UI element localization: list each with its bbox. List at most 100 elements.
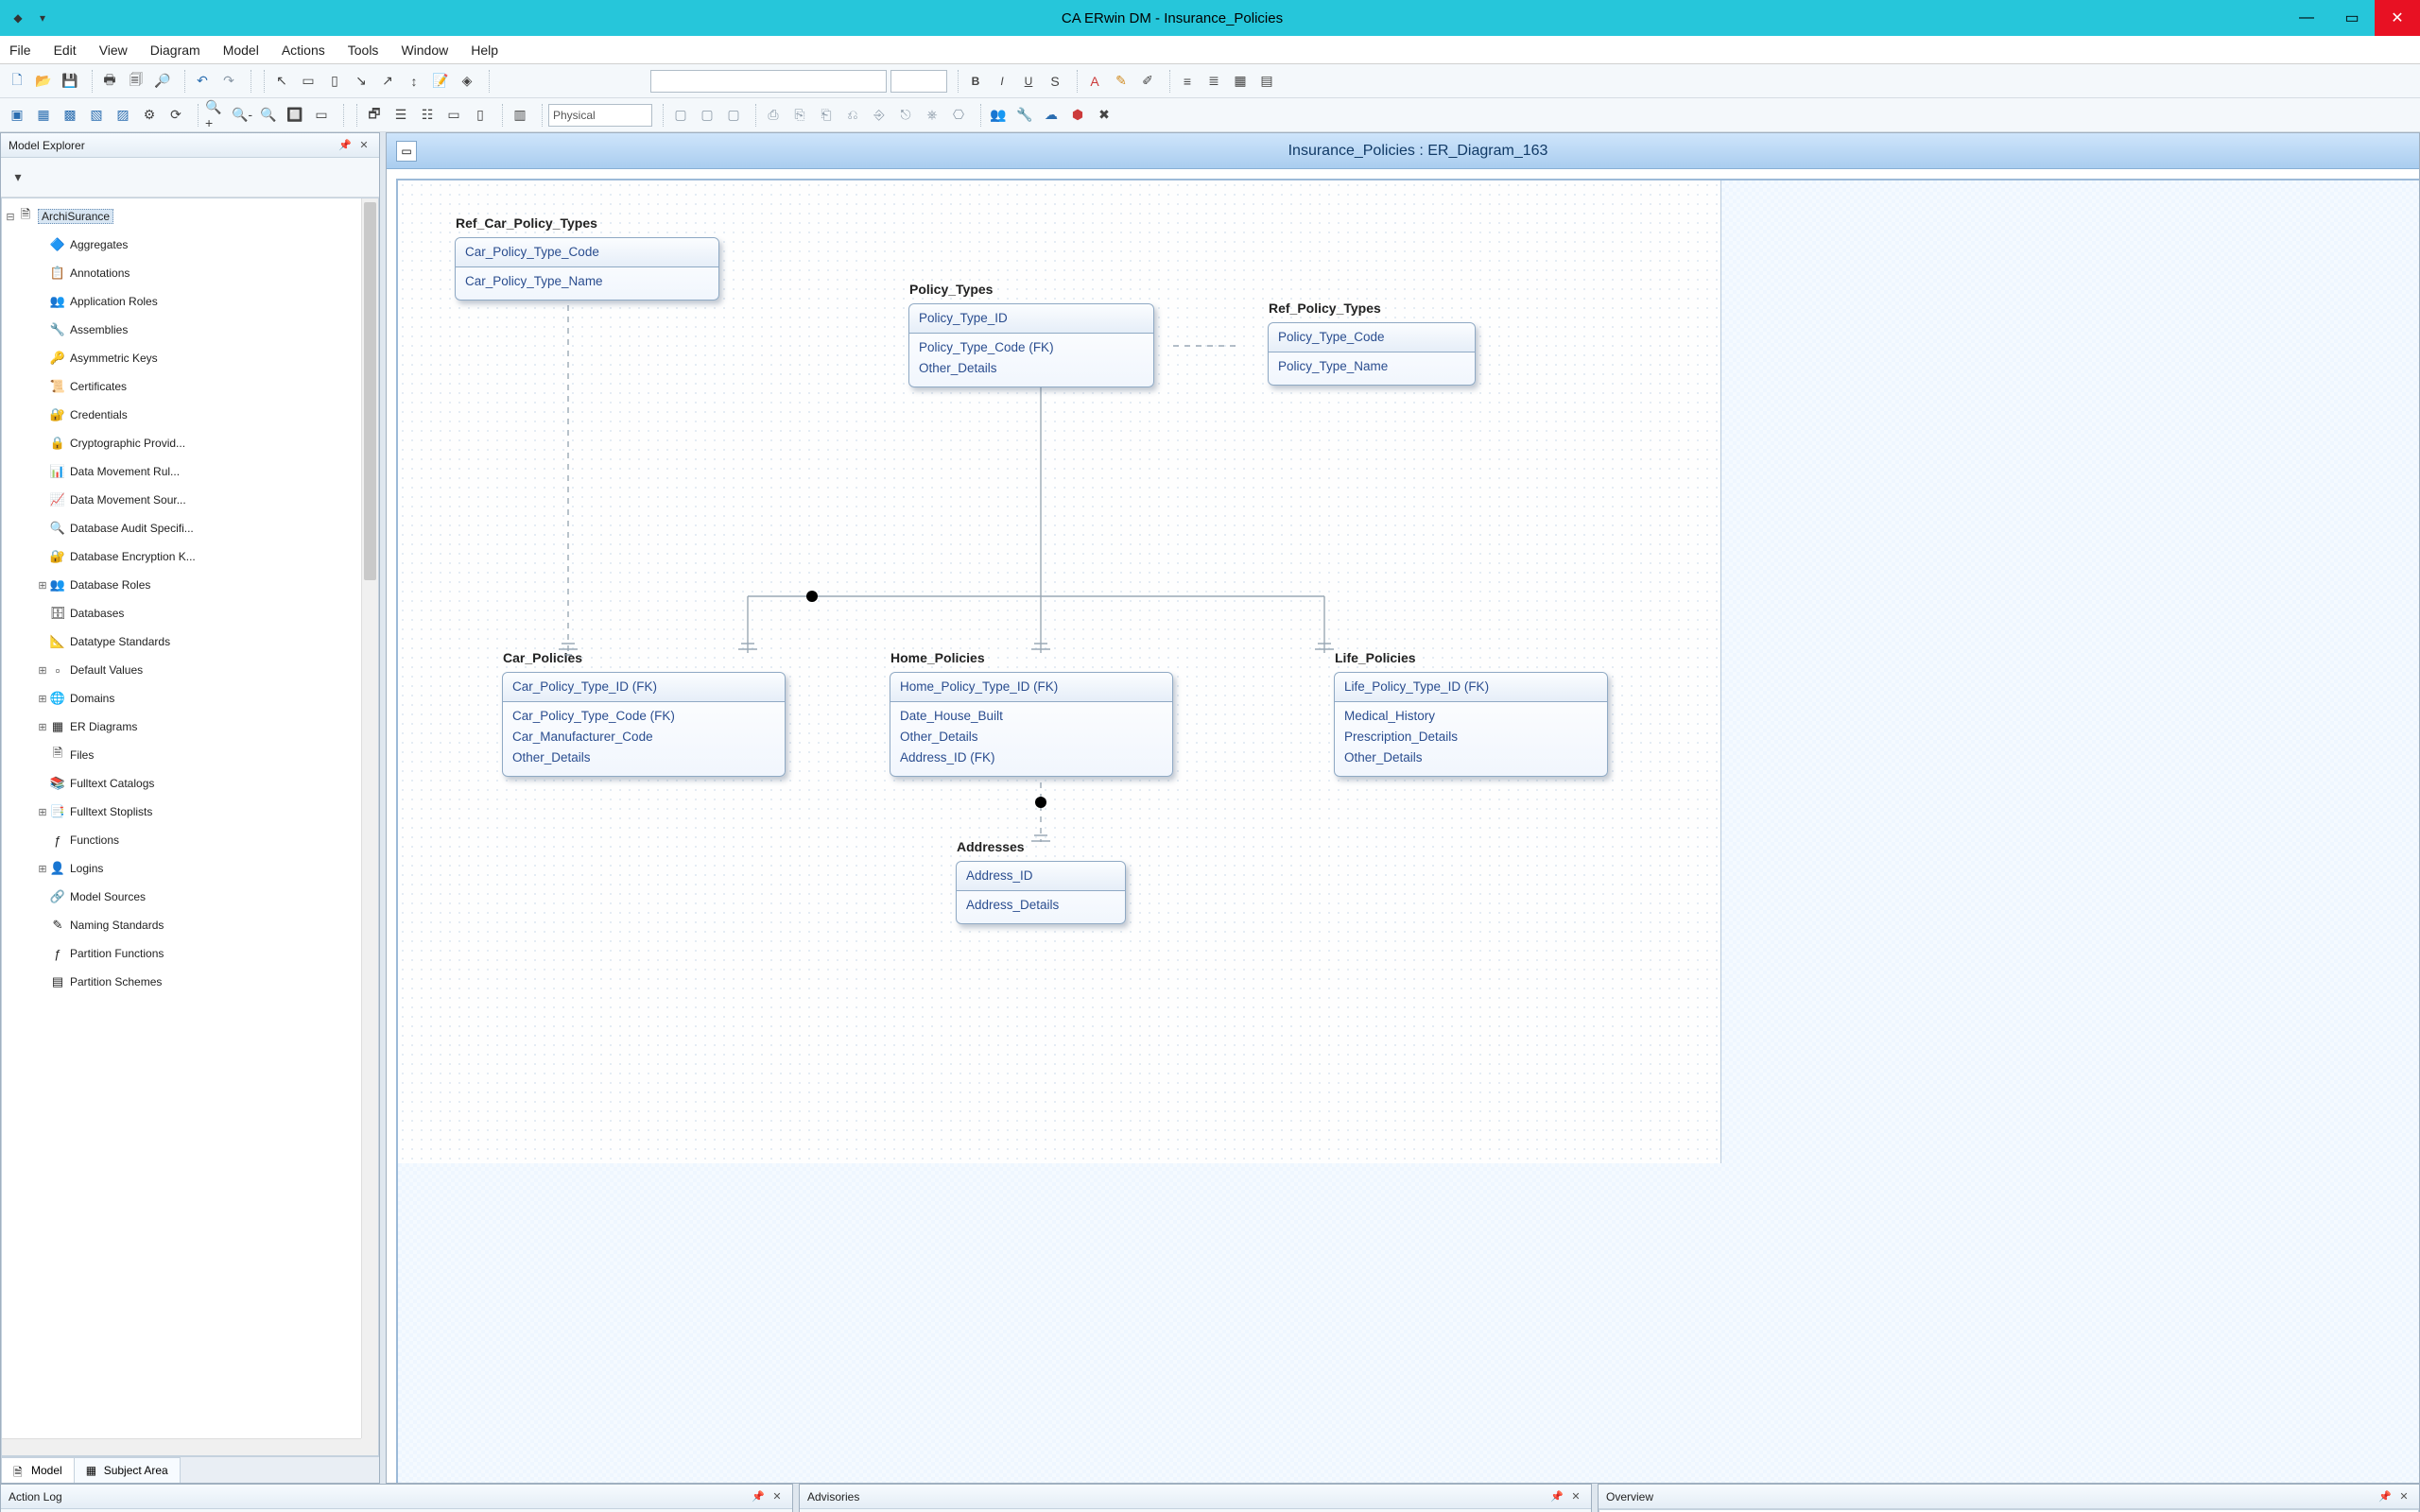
grid-icon[interactable]: ▤ <box>1255 70 1278 93</box>
tree-node[interactable]: 📈Data Movement Sour... <box>4 486 376 514</box>
tree-scrollbar-h[interactable] <box>2 1438 361 1455</box>
tree-expander[interactable]: ⊞ <box>36 806 49 818</box>
many-rel-icon[interactable]: ↕ <box>403 70 425 93</box>
find-icon[interactable]: 🔎 <box>151 70 174 93</box>
tree-node[interactable]: ƒFunctions <box>4 826 376 854</box>
menu-view[interactable]: View <box>99 43 128 58</box>
save-icon[interactable]: 💾 <box>59 70 81 93</box>
pin-icon[interactable]: 📌 <box>337 138 353 153</box>
fe-icon-1[interactable]: ▢ <box>669 104 692 127</box>
fontsize-combo[interactable] <box>890 70 947 93</box>
tree-node[interactable]: 🔧Assemblies <box>4 316 376 344</box>
mart-icon-4[interactable]: ⬢ <box>1066 104 1089 127</box>
entity-policy-types[interactable]: Policy_Types Policy_Type_ID Policy_Type_… <box>908 303 1154 387</box>
panel-close-icon[interactable]: ✕ <box>2396 1489 2411 1504</box>
menu-tools[interactable]: Tools <box>348 43 379 58</box>
tree-node[interactable]: 🔑Asymmetric Keys <box>4 344 376 372</box>
menu-file[interactable]: File <box>9 43 31 58</box>
pin-icon[interactable]: 📌 <box>2377 1489 2393 1504</box>
align-icon[interactable]: ≡ <box>1176 70 1199 93</box>
tree-root-label[interactable]: ArchiSurance <box>38 209 113 224</box>
tree-node[interactable]: ⊞▦ER Diagrams <box>4 713 376 741</box>
tree-node[interactable]: ⊞▫Default Values <box>4 656 376 684</box>
menu-diagram[interactable]: Diagram <box>150 43 200 58</box>
tree-expander[interactable]: ⊞ <box>36 863 49 875</box>
display-mode-2-icon[interactable]: ▩ <box>59 104 81 127</box>
tree-expander[interactable]: ⊞ <box>36 579 49 592</box>
tree-node[interactable]: 📋Annotations <box>4 259 376 287</box>
underline-icon[interactable]: U <box>1017 70 1040 93</box>
overview-header[interactable]: Overview 📌 ✕ <box>1599 1485 2419 1509</box>
panel-close-icon[interactable]: ✕ <box>356 138 372 153</box>
menu-window[interactable]: Window <box>401 43 448 58</box>
diagram-canvas[interactable]: Ref_Car_Policy_Types Car_Policy_Type_Cod… <box>398 180 2419 1483</box>
tree-node[interactable]: ⊞📑Fulltext Stoplists <box>4 798 376 826</box>
fe-icon-3[interactable]: ▢ <box>722 104 745 127</box>
db-icon-3[interactable]: ⎗ <box>815 104 838 127</box>
tree-node[interactable]: 🔐Database Encryption K... <box>4 542 376 571</box>
tree-node[interactable]: ✎Naming Standards <box>4 911 376 939</box>
zoom-out-icon[interactable]: 🔍- <box>231 104 253 127</box>
refresh-icon[interactable]: ⟳ <box>164 104 187 127</box>
action-log-header[interactable]: Action Log 📌 ✕ <box>1 1485 792 1509</box>
redo-icon[interactable]: ↷ <box>217 70 240 93</box>
nonidentifying-rel-icon[interactable]: ↗ <box>376 70 399 93</box>
display-mode-3-icon[interactable]: ▧ <box>85 104 108 127</box>
open-icon[interactable]: 📂 <box>32 70 55 93</box>
tree-node[interactable]: ƒPartition Functions <box>4 939 376 968</box>
panel-close-icon[interactable]: ✕ <box>769 1489 785 1504</box>
tree-node[interactable]: 👥Application Roles <box>4 287 376 316</box>
mart-icon-3[interactable]: ☁ <box>1040 104 1063 127</box>
tree-node[interactable]: 📜Certificates <box>4 372 376 401</box>
menu-actions[interactable]: Actions <box>282 43 325 58</box>
display-mode-4-icon[interactable]: ▨ <box>112 104 134 127</box>
tree-node[interactable]: ⊞👤Logins <box>4 854 376 883</box>
db-icon-6[interactable]: ⎋ <box>894 104 917 127</box>
cascade-icon[interactable]: 🗗 <box>363 104 386 127</box>
db-icon-5[interactable]: ⎆ <box>868 104 890 127</box>
tree-node[interactable]: 🔍Database Audit Specifi... <box>4 514 376 542</box>
tree-node[interactable]: ⊞👥Database Roles <box>4 571 376 599</box>
text-color-icon[interactable]: A <box>1083 70 1106 93</box>
theme-icon[interactable]: ▥ <box>509 104 531 127</box>
pointer-icon[interactable]: ↖ <box>270 70 293 93</box>
entity-ref-car-policy-types[interactable]: Ref_Car_Policy_Types Car_Policy_Type_Cod… <box>455 237 719 301</box>
fill-style-icon[interactable]: ▦ <box>1229 70 1252 93</box>
tree-node[interactable]: 🔐Credentials <box>4 401 376 429</box>
qat-icon-1[interactable]: ▾ <box>34 9 51 26</box>
advisories-header[interactable]: Advisories 📌 ✕ <box>800 1485 1591 1509</box>
db-icon-1[interactable]: ⎙ <box>762 104 785 127</box>
me-tool-icon[interactable]: ▾ <box>7 166 29 189</box>
close-button[interactable]: ✕ <box>2375 0 2420 36</box>
tree-node[interactable]: ▤Partition Schemes <box>4 968 376 996</box>
entity-ref-policy-types[interactable]: Ref_Policy_Types Policy_Type_Code Policy… <box>1268 322 1476 386</box>
tree-node[interactable]: 🔒Cryptographic Provid... <box>4 429 376 457</box>
zoom-100-icon[interactable]: 🔲 <box>284 104 306 127</box>
tile-h-icon[interactable]: ☰ <box>389 104 412 127</box>
menu-edit[interactable]: Edit <box>54 43 77 58</box>
identifying-rel-icon[interactable]: ↘ <box>350 70 372 93</box>
fill-color-icon[interactable]: ✎ <box>1110 70 1132 93</box>
display-mode-1-icon[interactable]: ▦ <box>32 104 55 127</box>
tab-model[interactable]: 🗎Model <box>1 1457 75 1483</box>
tree-node[interactable]: 🔷Aggregates <box>4 231 376 259</box>
db-icon-8[interactable]: ⎔ <box>947 104 970 127</box>
tree-node[interactable]: 📚Fulltext Catalogs <box>4 769 376 798</box>
panel-close-icon[interactable]: ✕ <box>1568 1489 1583 1504</box>
tree-expander[interactable]: ⊞ <box>36 693 49 705</box>
tree-scrollbar-v[interactable] <box>361 198 378 1438</box>
tree-node[interactable]: 🗎Files <box>4 741 376 769</box>
model-level-combo[interactable]: Physical <box>548 104 652 127</box>
tree-node[interactable]: 📐Datatype Standards <box>4 627 376 656</box>
bold-icon[interactable]: B <box>964 70 987 93</box>
annotation-icon[interactable]: 📝 <box>429 70 452 93</box>
tile-v-icon[interactable]: ☷ <box>416 104 439 127</box>
entity-icon[interactable]: ▭ <box>297 70 320 93</box>
config-icon[interactable]: ⚙ <box>138 104 161 127</box>
tree-expander[interactable]: ⊟ <box>4 211 17 223</box>
menu-help[interactable]: Help <box>471 43 498 58</box>
zoom-area-icon[interactable]: ▭ <box>310 104 333 127</box>
print-preview-icon[interactable]: 🗐 <box>125 70 147 93</box>
line-style-icon[interactable]: ≣ <box>1202 70 1225 93</box>
pin-icon[interactable]: 📌 <box>1549 1489 1564 1504</box>
